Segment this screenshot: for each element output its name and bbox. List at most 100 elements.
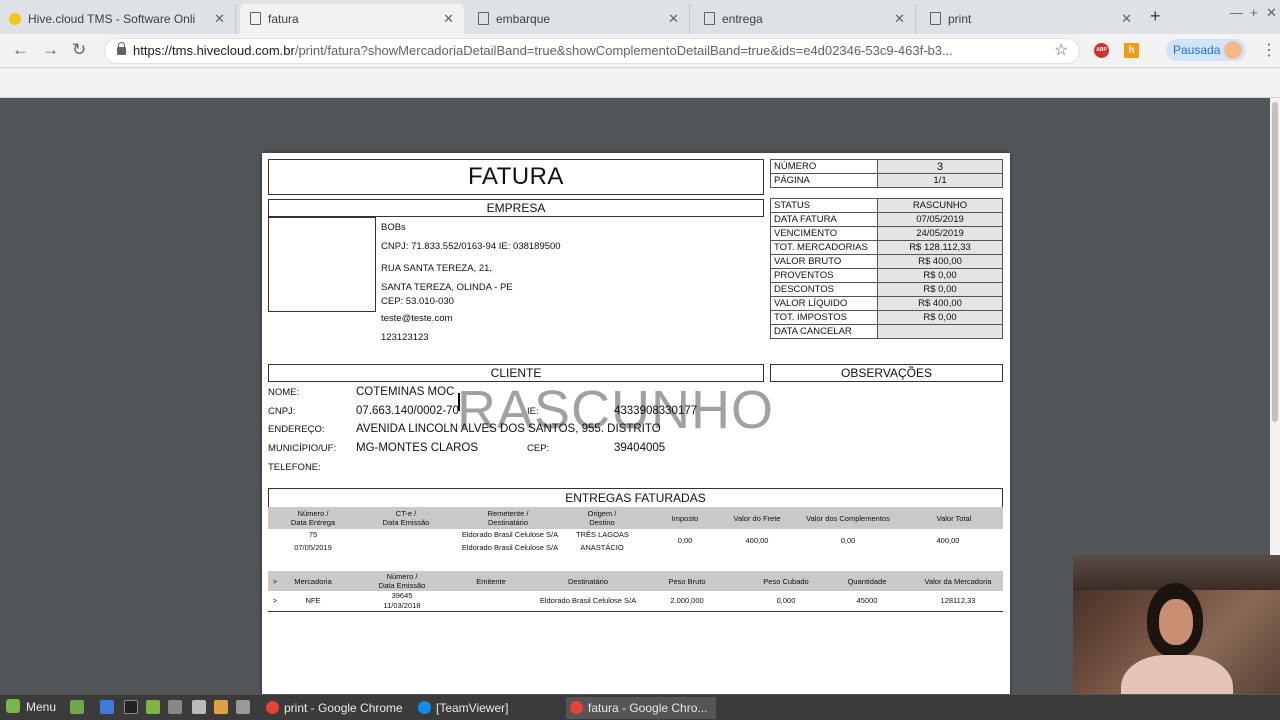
forward-icon[interactable]: → bbox=[42, 40, 59, 60]
tab-fatura[interactable]: fatura ✕ bbox=[240, 4, 464, 34]
firefox-icon[interactable] bbox=[100, 700, 114, 714]
col-line: Data Emissão bbox=[378, 581, 426, 590]
status-row: STATUS RASCUNHO bbox=[770, 198, 1003, 213]
entrega-destino: ANASTÁCIO bbox=[580, 543, 624, 552]
adblock-icon[interactable]: ABP bbox=[1094, 43, 1109, 58]
os-taskbar: Menu print - Google Chrome [TeamViewer] … bbox=[0, 694, 1280, 720]
invoice-page: FATURA NÚMERO 3 PÁGINA 1/1 EMPRESA BOBs CN… bbox=[262, 153, 1010, 698]
hive-icon bbox=[9, 13, 21, 25]
nome-value: COTEMINAS MOC bbox=[356, 386, 455, 398]
close-icon[interactable]: ✕ bbox=[894, 11, 905, 27]
col-imposto: Imposto bbox=[671, 514, 699, 523]
browser-toolbar: ← → ↻ https://tms.hivecloud.com.br/print… bbox=[0, 34, 1280, 68]
close-icon[interactable]: ✕ bbox=[1121, 11, 1132, 27]
back-icon[interactable]: ← bbox=[12, 40, 29, 60]
taskbar-item-fatura[interactable]: fatura - Google Chro... bbox=[566, 697, 716, 719]
extension-h-icon[interactable]: h bbox=[1124, 43, 1139, 58]
tab-embarque[interactable]: embarque ✕ bbox=[468, 4, 690, 34]
mercadoria-tipo: NFE bbox=[305, 596, 321, 605]
company-name: BOBs bbox=[381, 222, 406, 233]
taskbar-item-print[interactable]: print - Google Chrome bbox=[262, 697, 412, 719]
bookmark-star-icon[interactable]: ☆ bbox=[1054, 40, 1068, 60]
lock-icon bbox=[117, 42, 126, 55]
company-email: teste@teste.com bbox=[381, 313, 453, 324]
col-line: Data Entrega bbox=[290, 518, 336, 527]
reload-icon[interactable]: ↻ bbox=[72, 40, 86, 60]
status-row: DESCONTOS R$ 0,00 bbox=[770, 282, 1003, 297]
status-value bbox=[877, 324, 1003, 339]
chrome-icon bbox=[266, 701, 279, 714]
close-icon[interactable]: ✕ bbox=[443, 11, 454, 27]
info-value: 1/1 bbox=[877, 173, 1003, 188]
entrega-destinatario: Eldorado Brasil Celulose S/A bbox=[461, 543, 559, 552]
tools-icon[interactable] bbox=[168, 700, 182, 714]
show-desktop-icon[interactable] bbox=[70, 700, 84, 714]
status-label: STATUS bbox=[770, 198, 878, 213]
col-line: Número / bbox=[297, 509, 329, 518]
close-icon[interactable]: ✕ bbox=[668, 11, 679, 27]
status-value: 24/05/2019 bbox=[877, 226, 1003, 241]
info-row: PÁGINA 1/1 bbox=[770, 173, 1003, 188]
settings-icon[interactable] bbox=[236, 700, 250, 714]
terminal-icon[interactable] bbox=[124, 700, 138, 714]
scrollbar-thumb[interactable] bbox=[1272, 102, 1278, 422]
minimize-icon[interactable]: — bbox=[1230, 5, 1243, 20]
tab-print[interactable]: print ✕ bbox=[920, 4, 1142, 34]
tab-title: print bbox=[948, 12, 972, 26]
status-label: DESCONTOS bbox=[770, 282, 878, 297]
tab-entrega[interactable]: entrega ✕ bbox=[694, 4, 916, 34]
col-expand: > bbox=[272, 577, 278, 586]
files-icon[interactable] bbox=[146, 700, 160, 714]
taskbar-item-teamviewer[interactable]: [TeamViewer] bbox=[414, 697, 564, 719]
webcam-person-face bbox=[1159, 599, 1193, 645]
paused-label: Pausada bbox=[1173, 43, 1221, 57]
mercadoria-peso-cubado: 0,000 bbox=[776, 596, 796, 605]
maximize-icon[interactable]: + bbox=[1250, 5, 1258, 20]
col-cte: CT-e / Data Emissão bbox=[376, 509, 436, 527]
telefone-label: TELEFONE: bbox=[268, 462, 321, 473]
close-icon[interactable]: ✕ bbox=[214, 11, 225, 27]
col-emitente: Emitente bbox=[476, 577, 506, 586]
col-mercadoria: Mercadoria bbox=[294, 577, 332, 586]
status-label: VENCIMENTO bbox=[770, 226, 878, 241]
ie-value: 4333908330177 bbox=[614, 405, 698, 417]
col-peso-cubado: Peso Cubado bbox=[763, 577, 809, 586]
col-quantidade: Quantidade bbox=[847, 577, 887, 586]
kebab-menu-icon[interactable]: ⋮ bbox=[1261, 40, 1277, 60]
info-value: 3 bbox=[877, 159, 1003, 174]
status-row: VALOR BRUTO R$ 400,00 bbox=[770, 254, 1003, 269]
entrega-complementos: 0,00 bbox=[840, 536, 856, 545]
status-label: TOT. IMPOSTOS bbox=[770, 310, 878, 325]
mercadoria-valor: 128112,33 bbox=[940, 596, 976, 605]
col-line: Data Emissão bbox=[382, 518, 430, 527]
status-row: PROVENTOS R$ 0,00 bbox=[770, 268, 1003, 283]
mercadoria-peso-bruto: 2.000,000 bbox=[670, 596, 704, 605]
profile-paused-button[interactable]: Pausada bbox=[1166, 39, 1246, 61]
tab-title: entrega bbox=[722, 12, 763, 26]
municipio-label: MUNICÍPIO/UF: bbox=[268, 443, 337, 454]
tab-hivecloud[interactable]: Hive.cloud TMS - Software Onli ✕ bbox=[0, 4, 236, 34]
cnpj-label: CNPJ: bbox=[268, 406, 296, 417]
teamviewer-icon bbox=[418, 701, 431, 714]
invoice-status-table: STATUS RASCUNHO DATA FATURA 07/05/2019 VEN… bbox=[770, 198, 1003, 339]
info-label: PÁGINA bbox=[770, 173, 878, 188]
empresa-header: EMPRESA bbox=[268, 199, 764, 217]
col-remetente: Remetente / Destinatário bbox=[478, 509, 538, 527]
close-window-icon[interactable]: ✕ bbox=[1266, 5, 1277, 21]
col-line: Remetente / bbox=[487, 509, 529, 518]
text-editor-icon[interactable] bbox=[214, 700, 228, 714]
company-logo bbox=[268, 217, 376, 312]
status-label: VALOR LÍQUIDO bbox=[770, 296, 878, 311]
document-icon bbox=[250, 12, 261, 25]
col-origem: Origem / Destino bbox=[576, 509, 628, 527]
new-tab-button[interactable]: + bbox=[1150, 6, 1161, 27]
col-frete: Valor do Frete bbox=[733, 514, 781, 523]
col-peso-bruto: Peso Bruto bbox=[668, 577, 706, 586]
invoice-number-table: NÚMERO 3 PÁGINA 1/1 bbox=[770, 159, 1003, 188]
address-bar[interactable]: https://tms.hivecloud.com.br/print/fatur… bbox=[104, 38, 1080, 64]
calculator-icon[interactable] bbox=[192, 700, 206, 714]
row-expand-icon[interactable]: > bbox=[268, 596, 282, 605]
status-value: R$ 128.112,33 bbox=[877, 240, 1003, 255]
start-menu-button[interactable]: Menu bbox=[6, 699, 56, 714]
col-nf-numero: Número / Data Emissão bbox=[372, 572, 432, 590]
